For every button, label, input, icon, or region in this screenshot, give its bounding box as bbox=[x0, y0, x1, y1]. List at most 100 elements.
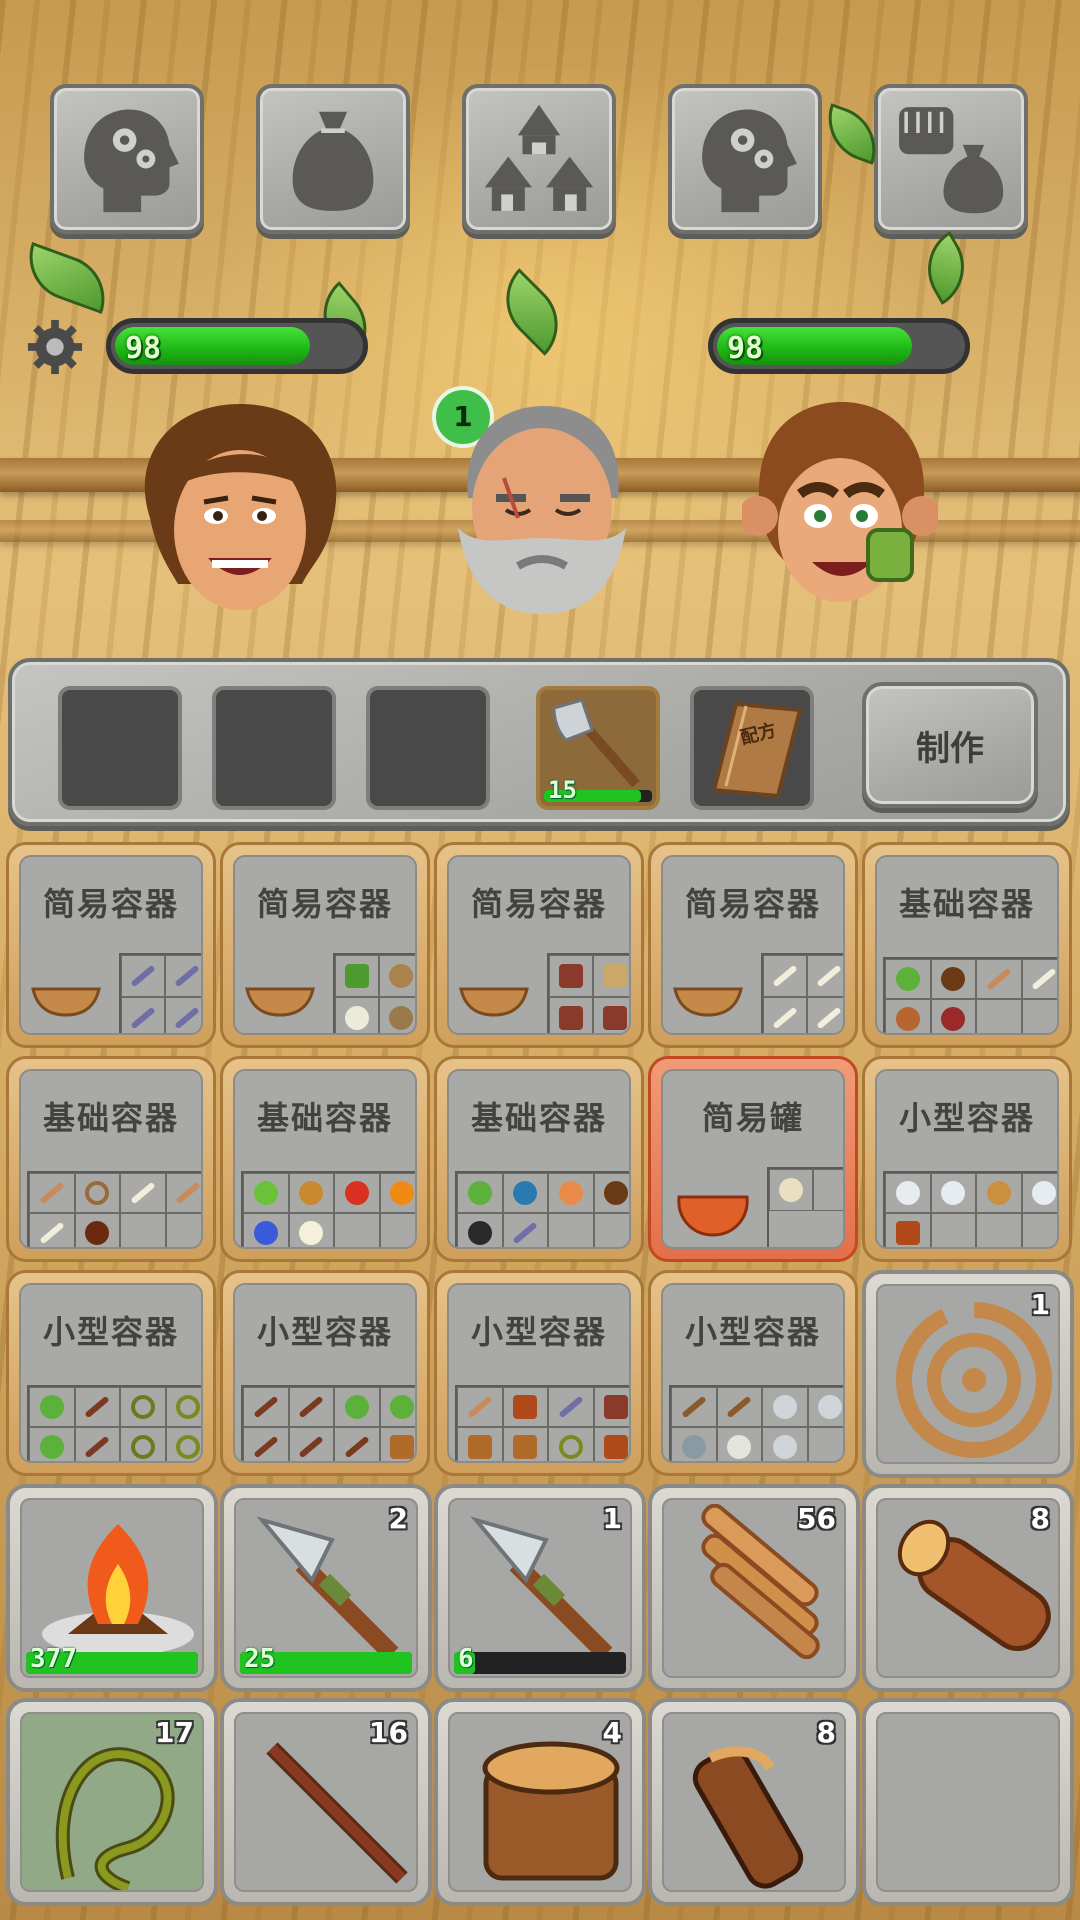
ingredient-slot bbox=[74, 1387, 120, 1427]
ingredient-slot bbox=[763, 997, 807, 1033]
village-button[interactable] bbox=[462, 84, 616, 234]
stick-icon bbox=[254, 1396, 278, 1418]
ingredient-slot bbox=[930, 999, 976, 1033]
ingredient-slot bbox=[548, 1173, 594, 1213]
egg-icon bbox=[558, 1181, 583, 1205]
recipe-card[interactable]: 小型容器 bbox=[220, 1270, 430, 1476]
inventory-slot-stump[interactable]: 4 bbox=[434, 1698, 646, 1906]
coconut-icon bbox=[604, 1181, 629, 1205]
coil-icon bbox=[176, 1395, 201, 1419]
inventory-slot-bark[interactable]: 8 bbox=[648, 1698, 860, 1906]
bread-icon bbox=[299, 1181, 324, 1205]
recipe-card[interactable]: 小型容器 bbox=[862, 1056, 1072, 1262]
inventory-slot-stick[interactable]: 16 bbox=[220, 1698, 432, 1906]
recipe-card[interactable]: 简易容器 bbox=[648, 842, 858, 1048]
ingredient-slot bbox=[1021, 999, 1057, 1033]
recipe-card[interactable]: 小型容器 bbox=[434, 1270, 644, 1476]
steak-icon bbox=[941, 1007, 966, 1031]
ingredient-slot bbox=[29, 1427, 75, 1461]
character-old-man-avatar[interactable] bbox=[448, 398, 634, 620]
vine-icon bbox=[130, 1435, 155, 1459]
ingredient-slot bbox=[288, 1173, 334, 1213]
coconut-icon bbox=[941, 967, 966, 991]
left-player-health-bar: 98 bbox=[106, 318, 368, 374]
recipe-card[interactable]: 小型容器 bbox=[6, 1270, 216, 1476]
inventory-slot-campfire[interactable]: 377 bbox=[6, 1484, 218, 1692]
skills-head-gears-icon bbox=[84, 109, 179, 213]
ingredient-slot bbox=[671, 1427, 717, 1461]
rope-coil-icon bbox=[85, 1181, 110, 1205]
recipe-title: 小型容器 bbox=[256, 1313, 393, 1351]
recipe-card[interactable]: 基础容器 bbox=[6, 1056, 216, 1262]
inventory-slot-stone-spear[interactable]: 16 bbox=[434, 1484, 646, 1692]
right-player-hp-value: 98 bbox=[727, 331, 764, 366]
bone-icon bbox=[40, 1222, 64, 1244]
root-icon bbox=[40, 1182, 64, 1204]
ingredient-slot bbox=[165, 1213, 201, 1247]
recipe-card[interactable]: 简易容器 bbox=[6, 842, 216, 1048]
wool-hat-icon bbox=[345, 1006, 369, 1030]
coal-icon bbox=[467, 1221, 492, 1245]
recipe-card[interactable]: 基础容器 bbox=[862, 842, 1072, 1048]
recipe-card[interactable]: 简易容器 bbox=[220, 842, 430, 1048]
craft-make-button[interactable]: 制作 bbox=[862, 682, 1038, 808]
root-icon bbox=[987, 968, 1011, 990]
stick-icon bbox=[85, 1436, 109, 1458]
inventory-slot-vine[interactable]: 17 bbox=[6, 1698, 218, 1906]
recipe-card[interactable]: 简易容器 bbox=[434, 842, 644, 1048]
inventory-slot-firewood[interactable]: 56 bbox=[648, 1484, 860, 1692]
axe-icon bbox=[818, 1395, 843, 1419]
settings-gear-icon[interactable] bbox=[26, 318, 84, 376]
leaf-icon bbox=[39, 1395, 64, 1419]
craft-slot-2[interactable] bbox=[212, 686, 336, 810]
item-count: 56 bbox=[797, 1502, 836, 1535]
bone-icon bbox=[131, 1182, 155, 1204]
orange-icon bbox=[390, 1181, 415, 1205]
item-durability-value: 377 bbox=[30, 1644, 77, 1674]
bone-icon bbox=[773, 1007, 797, 1029]
inventory-slot-stone-spear[interactable]: 2 25 bbox=[220, 1484, 432, 1692]
inventory-slot-rope[interactable]: 1 bbox=[862, 1270, 1074, 1478]
recipe-card[interactable]: 基础容器 bbox=[434, 1056, 644, 1262]
ingredient-slot bbox=[379, 1213, 415, 1247]
left-player-hp-value: 98 bbox=[125, 331, 162, 366]
ingredient-slot bbox=[29, 1213, 75, 1247]
village-huts-icon bbox=[484, 104, 594, 211]
item-count: 4 bbox=[602, 1716, 622, 1749]
ingredient-slot bbox=[885, 999, 931, 1033]
ingredient-slot bbox=[121, 997, 165, 1033]
ingredient-slot bbox=[593, 997, 629, 1033]
inventory-slot-empty[interactable] bbox=[862, 1698, 1074, 1906]
log-icon bbox=[390, 1435, 415, 1459]
recipe-card[interactable]: 基础容器 bbox=[220, 1056, 430, 1262]
craft-slot-3[interactable] bbox=[366, 686, 490, 810]
inventory-sack-button[interactable] bbox=[256, 84, 410, 234]
ingredient-slot bbox=[549, 955, 593, 997]
spear-icon bbox=[727, 1396, 751, 1418]
recipe-card[interactable]: 简易罐 bbox=[648, 1056, 858, 1262]
gather-button[interactable] bbox=[874, 84, 1028, 234]
ingredient-slot bbox=[121, 955, 165, 997]
skills-button-2[interactable] bbox=[668, 84, 822, 234]
ingredient-slot bbox=[120, 1387, 166, 1427]
clay-icon bbox=[779, 1178, 803, 1202]
ingredient-slot bbox=[335, 997, 379, 1033]
item-count: 17 bbox=[155, 1716, 194, 1749]
feather-icon bbox=[175, 965, 199, 987]
character-monkey-avatar[interactable] bbox=[742, 398, 938, 620]
skills-button[interactable] bbox=[50, 84, 204, 234]
ingredient-slot bbox=[334, 1387, 380, 1427]
recipe-card[interactable]: 小型容器 bbox=[648, 1270, 858, 1476]
log-icon bbox=[467, 1435, 492, 1459]
ingredient-slot bbox=[807, 997, 843, 1033]
ingredient-slot bbox=[813, 1169, 843, 1211]
ingredient-slot bbox=[1021, 1213, 1057, 1247]
recipe-book-slot[interactable]: 配方 bbox=[690, 686, 814, 810]
craft-slot-1[interactable] bbox=[58, 686, 182, 810]
craft-tool-slot[interactable]: 15 bbox=[536, 686, 660, 810]
ingredient-grid bbox=[455, 1385, 629, 1461]
inventory-slot-log[interactable]: 8 bbox=[862, 1484, 1074, 1692]
character-young-man-avatar[interactable] bbox=[130, 398, 350, 620]
potato-icon bbox=[986, 1181, 1011, 1205]
ingredient-slot bbox=[379, 997, 415, 1033]
